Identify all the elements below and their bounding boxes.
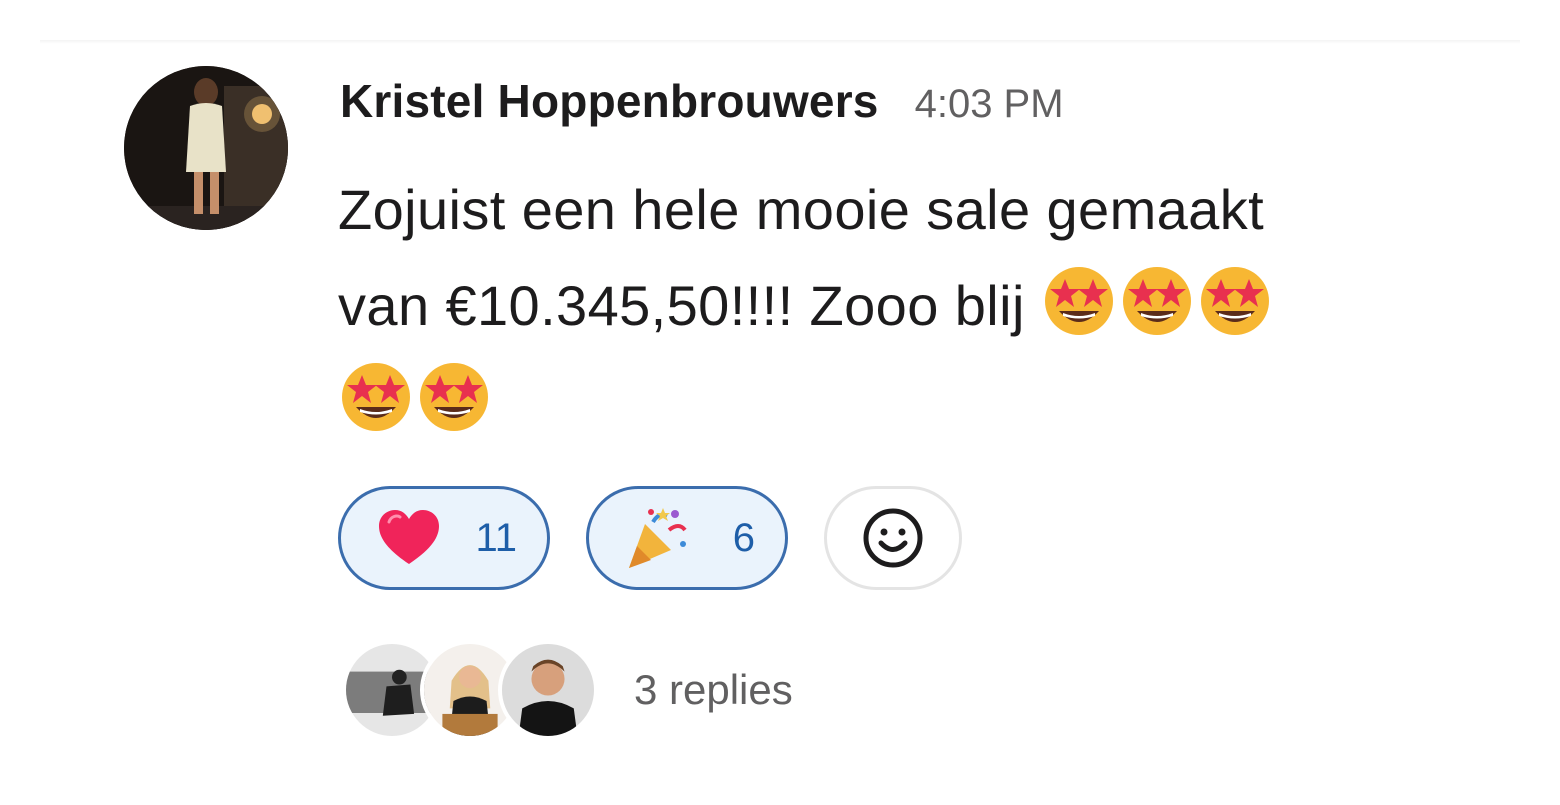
star-struck-emoji xyxy=(1041,263,1117,339)
message-header: Kristel Hoppenbrouwers 4:03 PM xyxy=(340,74,1064,134)
red-heart-emoji xyxy=(375,504,443,572)
author-avatar[interactable] xyxy=(124,66,288,230)
star-struck-emoji xyxy=(338,359,414,435)
message-timestamp[interactable]: 4:03 PM xyxy=(915,82,1064,127)
author-name[interactable]: Kristel Hoppenbrouwers xyxy=(340,74,879,128)
star-struck-emoji xyxy=(416,359,492,435)
message-body: Zojuist een hele mooie sale gemaakt van … xyxy=(338,162,1458,450)
message-text-line1: Zojuist een hele mooie sale gemaakt xyxy=(338,178,1265,241)
message-item: Kristel Hoppenbrouwers 4:03 PM Zojuist e… xyxy=(0,0,1560,805)
add-reaction-button[interactable] xyxy=(824,486,962,590)
replies-link[interactable]: 3 replies xyxy=(634,666,793,714)
reactions-bar: 11 6 xyxy=(338,486,962,590)
reaction-heart-button[interactable]: 11 xyxy=(338,486,550,590)
smiley-add-reaction-icon xyxy=(861,506,925,570)
thread-summary[interactable]: 3 replies xyxy=(342,640,793,740)
star-struck-emoji xyxy=(1119,263,1195,339)
message-text-line2: van €10.345,50!!!! Zooo blij xyxy=(338,274,1025,337)
reaction-heart-count: 11 xyxy=(475,515,517,560)
star-struck-emoji xyxy=(1197,263,1273,339)
reaction-party-count: 6 xyxy=(732,515,755,560)
replier-avatar-3 xyxy=(498,640,598,740)
reaction-party-button[interactable]: 6 xyxy=(586,486,788,590)
party-popper-emoji xyxy=(623,504,691,572)
